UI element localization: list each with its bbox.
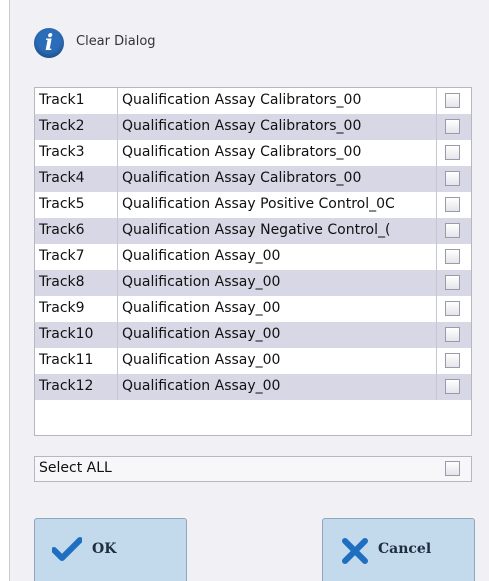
- track-checkbox[interactable]: [445, 301, 460, 316]
- track-assay: Qualification Assay Calibrators_00: [122, 144, 362, 160]
- column-divider: [436, 322, 437, 348]
- track-checkbox[interactable]: [445, 223, 460, 238]
- track-row[interactable]: Track1 Qualification Assay Calibrators_00: [35, 88, 471, 114]
- track-checkbox[interactable]: [445, 249, 460, 264]
- track-name: Track6: [39, 222, 85, 238]
- track-assay: Qualification Assay_00: [122, 248, 281, 264]
- track-assay: Qualification Assay_00: [122, 274, 281, 290]
- track-name: Track5: [39, 196, 85, 212]
- track-checkbox[interactable]: [445, 145, 460, 160]
- column-divider: [436, 270, 437, 296]
- track-name: Track1: [39, 92, 85, 108]
- info-icon: i: [34, 28, 64, 58]
- track-name: Track12: [39, 378, 94, 394]
- track-name: Track4: [39, 170, 85, 186]
- track-row[interactable]: Track7 Qualification Assay_00: [35, 244, 471, 270]
- track-name: Track10: [39, 326, 94, 342]
- column-divider: [117, 166, 118, 192]
- column-divider: [436, 296, 437, 322]
- track-assay: Qualification Assay Negative Control_(: [122, 222, 391, 238]
- track-name: Track3: [39, 144, 85, 160]
- cancel-button-label: Cancel: [378, 541, 432, 557]
- track-name: Track8: [39, 274, 85, 290]
- track-checkbox[interactable]: [445, 327, 460, 342]
- track-row[interactable]: Track10 Qualification Assay_00: [35, 322, 471, 348]
- track-row[interactable]: Track11 Qualification Assay_00: [35, 348, 471, 374]
- track-row[interactable]: Track4 Qualification Assay Calibrators_00: [35, 166, 471, 192]
- track-checkbox[interactable]: [445, 119, 460, 134]
- select-all-checkbox[interactable]: [445, 461, 460, 476]
- track-assay: Qualification Assay Calibrators_00: [122, 92, 362, 108]
- track-name: Track2: [39, 118, 85, 134]
- select-all-row[interactable]: Select ALL: [34, 456, 472, 482]
- column-divider: [436, 140, 437, 166]
- track-name: Track11: [39, 352, 94, 368]
- track-checkbox[interactable]: [445, 93, 460, 108]
- track-checkbox[interactable]: [445, 353, 460, 368]
- track-name: Track7: [39, 248, 85, 264]
- track-assay: Qualification Assay_00: [122, 300, 281, 316]
- track-checkbox[interactable]: [445, 171, 460, 186]
- dialog-title: Clear Dialog: [76, 34, 156, 49]
- x-icon: [342, 538, 368, 564]
- column-divider: [117, 218, 118, 244]
- column-divider: [117, 348, 118, 374]
- column-divider: [436, 218, 437, 244]
- track-checkbox[interactable]: [445, 275, 460, 290]
- track-checkbox[interactable]: [445, 379, 460, 394]
- track-row[interactable]: Track3 Qualification Assay Calibrators_00: [35, 140, 471, 166]
- ok-button-label: OK: [92, 541, 117, 557]
- column-divider: [117, 140, 118, 166]
- clear-dialog: i Clear Dialog Track1 Qualification Assay…: [9, 0, 489, 581]
- column-divider: [436, 244, 437, 270]
- track-name: Track9: [39, 300, 85, 316]
- track-row[interactable]: Track5 Qualification Assay Positive Contr…: [35, 192, 471, 218]
- track-assay: Qualification Assay Calibrators_00: [122, 170, 362, 186]
- ok-button[interactable]: OK: [34, 518, 187, 581]
- track-list: Track1 Qualification Assay Calibrators_00…: [34, 87, 472, 436]
- column-divider: [117, 322, 118, 348]
- column-divider: [117, 244, 118, 270]
- track-assay: Qualification Assay Positive Control_0C: [122, 196, 395, 212]
- column-divider: [117, 296, 118, 322]
- track-assay: Qualification Assay_00: [122, 326, 281, 342]
- column-divider: [436, 88, 437, 114]
- column-divider: [436, 374, 437, 400]
- column-divider: [436, 192, 437, 218]
- track-row[interactable]: Track9 Qualification Assay_00: [35, 296, 471, 322]
- column-divider: [436, 114, 437, 140]
- column-divider: [117, 270, 118, 296]
- select-all-label: Select ALL: [39, 460, 112, 476]
- checkmark-icon: [52, 537, 82, 561]
- column-divider: [117, 114, 118, 140]
- column-divider: [117, 88, 118, 114]
- column-divider: [117, 192, 118, 218]
- cancel-button[interactable]: Cancel: [322, 518, 475, 581]
- column-divider: [436, 166, 437, 192]
- track-assay: Qualification Assay_00: [122, 352, 281, 368]
- track-row[interactable]: Track2 Qualification Assay Calibrators_00: [35, 114, 471, 140]
- track-assay: Qualification Assay Calibrators_00: [122, 118, 362, 134]
- track-checkbox[interactable]: [445, 197, 460, 212]
- track-row[interactable]: Track12 Qualification Assay_00: [35, 374, 471, 400]
- track-assay: Qualification Assay_00: [122, 378, 281, 394]
- track-row[interactable]: Track8 Qualification Assay_00: [35, 270, 471, 296]
- track-row[interactable]: Track6 Qualification Assay Negative Contr…: [35, 218, 471, 244]
- column-divider: [117, 374, 118, 400]
- column-divider: [436, 348, 437, 374]
